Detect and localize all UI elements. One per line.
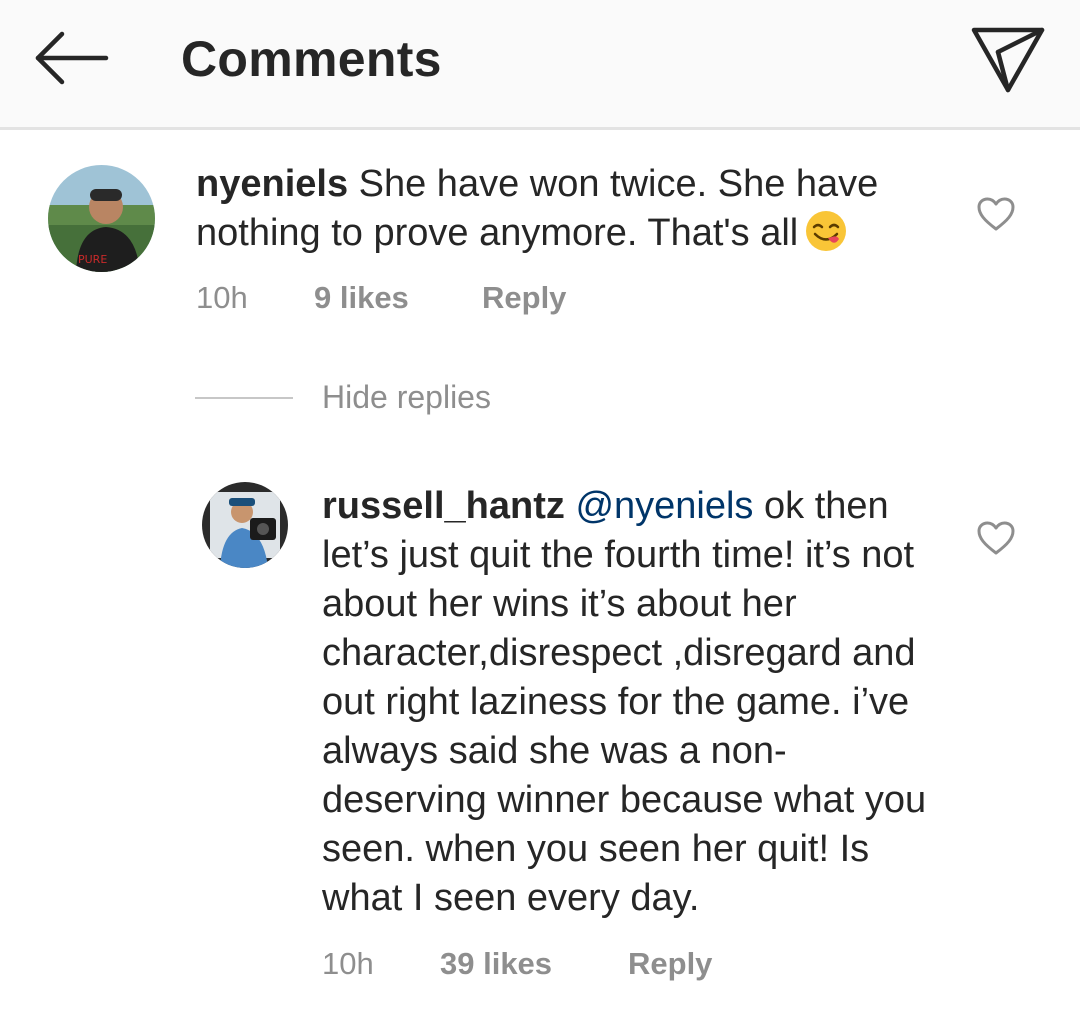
comment-body: nyeniels She have won twice. She have no…: [196, 160, 936, 258]
reply-body: russell_hantz @nyeniels ok then let’s ju…: [322, 482, 947, 923]
comment-username[interactable]: nyeniels: [196, 163, 348, 205]
profile-photo-russell-hantz: [202, 482, 288, 568]
comments-header: Comments: [0, 0, 1080, 130]
hide-replies-button[interactable]: Hide replies: [322, 379, 491, 416]
reply-likes[interactable]: 39 likes: [440, 946, 552, 982]
back-button[interactable]: [30, 28, 110, 88]
avatar[interactable]: PURE: [48, 165, 155, 272]
face-savoring-food-emoji-icon: [806, 211, 847, 251]
reply-time: 10h: [322, 946, 374, 981]
avatar[interactable]: [202, 482, 288, 568]
svg-text:PURE: PURE: [78, 253, 107, 266]
heart-outline-icon: [977, 521, 1015, 555]
like-button[interactable]: [976, 196, 1016, 232]
reply-button[interactable]: Reply: [482, 280, 566, 316]
reply-username[interactable]: russell_hantz: [322, 485, 565, 527]
reply-button[interactable]: Reply: [628, 946, 712, 982]
paper-plane-icon: [971, 27, 1045, 93]
comment-likes[interactable]: 9 likes: [314, 280, 409, 316]
heart-outline-icon: [977, 197, 1015, 231]
arrow-left-icon: [35, 31, 109, 85]
page-title: Comments: [181, 31, 442, 87]
profile-photo-nyeniels: PURE: [48, 165, 155, 272]
share-button[interactable]: [966, 22, 1050, 96]
comment-time: 10h: [196, 280, 248, 315]
divider-line: [195, 397, 293, 399]
reply-text: ok then let’s just quit the fourth time!…: [322, 485, 927, 919]
like-button[interactable]: [976, 520, 1016, 556]
mention-link[interactable]: @nyeniels: [575, 485, 753, 527]
